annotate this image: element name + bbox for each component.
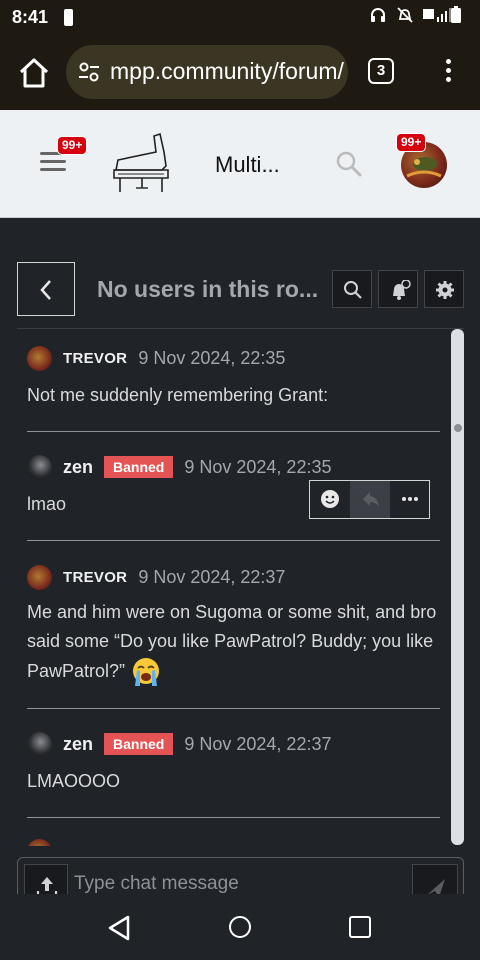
status-icons	[369, 6, 468, 24]
search-icon	[344, 281, 362, 299]
message-header: zen Banned 9 Nov 2024, 22:37	[27, 731, 331, 757]
chat-message: TREVOR 9 Nov 2024, 22:37 Me and him were…	[27, 564, 440, 709]
avatar[interactable]	[27, 731, 52, 757]
signal-icon	[423, 6, 451, 24]
reply-icon[interactable]	[350, 481, 390, 518]
message-actions	[309, 480, 430, 519]
avatar[interactable]	[27, 454, 52, 480]
status-time: 8:41	[12, 7, 49, 27]
headphones-icon	[369, 6, 387, 24]
battery-saver-icon	[64, 9, 73, 26]
chat-message-list[interactable]: TREVOR 9 Nov 2024, 22:35 Not me suddenly…	[17, 328, 464, 846]
message-author[interactable]: zen	[63, 457, 93, 478]
message-author[interactable]: zen	[63, 734, 93, 755]
more-horizontal-icon[interactable]	[390, 481, 430, 518]
system-nav-bar	[0, 894, 480, 960]
chat-toolbar: No users in this ro...	[0, 218, 480, 328]
message-text: LMAOOOO	[27, 771, 121, 791]
room-title: No users in this ro...	[97, 276, 319, 302]
message-time: 9 Nov 2024, 22:37	[184, 733, 332, 754]
chat-search-button[interactable]	[332, 270, 372, 308]
url-text[interactable]: mpp.community/forum/	[110, 58, 344, 85]
scrollbar[interactable]	[451, 329, 464, 845]
chat-message: zen Banned 9 Nov 2024, 22:37 LMAOOOO	[27, 731, 440, 818]
message-header: zen Banned 9 Nov 2024, 22:35	[27, 454, 331, 480]
avatar[interactable]	[27, 345, 52, 371]
piano-logo[interactable]	[110, 130, 172, 194]
smile-icon[interactable]	[310, 481, 350, 518]
bell-icon	[393, 280, 411, 300]
message-header: TREVOR 9 Nov 2024, 22:35	[27, 345, 285, 371]
tab-switcher-button[interactable]: 3	[368, 58, 394, 84]
avatar[interactable]	[27, 839, 52, 846]
message-time: 9 Nov 2024, 22:35	[138, 347, 286, 368]
message-author[interactable]: TREVOR	[63, 350, 127, 367]
gear-icon	[436, 281, 454, 299]
site-header: 99+ Multi... 99+	[0, 110, 480, 218]
status-bar: 8:41	[0, 0, 480, 36]
nav-recents-icon[interactable]	[349, 916, 371, 938]
message-author[interactable]: TREVOR	[63, 569, 127, 586]
message-time: 9 Nov 2024, 22:37	[138, 566, 286, 587]
browser-toolbar: mpp.community/forum/ 3	[0, 36, 480, 110]
nav-back-icon[interactable]	[107, 914, 131, 942]
mute-icon	[396, 6, 414, 24]
notification-badge: 99+	[58, 137, 87, 154]
site-title[interactable]: Multi...	[215, 152, 280, 178]
nav-home-icon[interactable]	[229, 916, 251, 938]
home-icon[interactable]	[16, 56, 52, 90]
search-icon[interactable]	[335, 150, 363, 178]
message-text: Not me suddenly remembering Grant:	[27, 385, 329, 405]
avatar-notification-badge: 99+	[397, 134, 426, 151]
back-button[interactable]	[17, 262, 75, 316]
banned-badge: Banned	[104, 456, 174, 478]
menu-icon[interactable]	[40, 152, 66, 172]
battery-icon	[450, 6, 468, 24]
message-text: Me and him were on Sugoma or some shit, …	[27, 602, 437, 681]
message-text-container: Me and him were on Sugoma or some shit, …	[27, 598, 437, 688]
chat-settings-button[interactable]	[424, 270, 464, 308]
chat-message-input[interactable]	[74, 872, 404, 896]
chat-notifications-button[interactable]	[378, 270, 418, 308]
loudly-crying-face-icon	[130, 656, 162, 688]
message-header: TREVOR 9 Nov 2024, 22:37	[27, 564, 285, 590]
message-time: 9 Nov 2024, 22:35	[184, 456, 332, 477]
more-vertical-icon[interactable]	[438, 56, 458, 86]
chevron-left-icon	[40, 280, 51, 300]
avatar[interactable]	[27, 564, 52, 590]
scrollbar-thumb[interactable]	[454, 424, 462, 432]
address-bar[interactable]: mpp.community/forum/	[66, 45, 348, 99]
tune-icon[interactable]	[78, 61, 100, 83]
chat-message: TREVOR 9 Nov 2024, 22:35 Not me suddenly…	[27, 345, 440, 432]
banned-badge: Banned	[104, 733, 174, 755]
